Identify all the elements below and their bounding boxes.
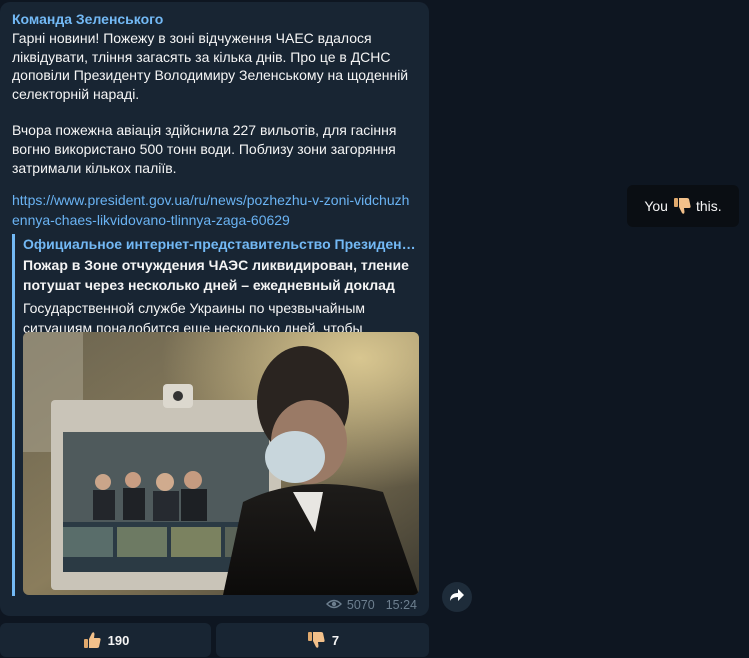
thumbs-down-icon [306,630,326,650]
post-text: Гарні новини! Пожежу в зоні відчуження Ч… [12,29,412,177]
reaction-thumbs-up-count: 190 [107,632,130,648]
you-reacted-prefix: You [644,198,668,214]
reaction-thumbs-down-button[interactable]: 7 [216,623,429,657]
views-icon [325,598,342,612]
views-count: 5070 [346,598,375,612]
you-reacted-notice: You this. [627,185,739,227]
forward-button[interactable] [442,582,472,612]
link-preview[interactable]: Официальное интернет-представительство П… [12,234,421,596]
post-paragraph-1: Гарні новини! Пожежу в зоні відчуження Ч… [12,30,409,102]
link-preview-site: Официальное интернет-представительство П… [23,236,419,252]
thumbs-up-icon [82,630,102,650]
post-paragraph-2: Вчора пожежна авіація здійснила 227 виль… [12,122,397,176]
you-reacted-suffix: this. [695,198,722,214]
reaction-thumbs-up-button[interactable]: 190 [0,623,211,657]
post-link[interactable]: https://www.president.gov.ua/ru/news/poz… [12,190,412,230]
reaction-thumbs-down-count: 7 [331,632,340,648]
link-preview-title: Пожар в Зоне отчуждения ЧАЭС ликвидирова… [23,257,409,293]
thumbs-down-icon [672,196,692,216]
channel-name[interactable]: Команда Зеленського [12,11,163,27]
link-preview-image[interactable] [23,332,419,595]
channel-post: Команда Зеленського Гарні новини! Пожежу… [0,2,429,616]
share-arrow-icon [449,588,465,607]
post-meta: 5070 15:24 [325,598,417,612]
post-time: 15:24 [385,598,417,612]
